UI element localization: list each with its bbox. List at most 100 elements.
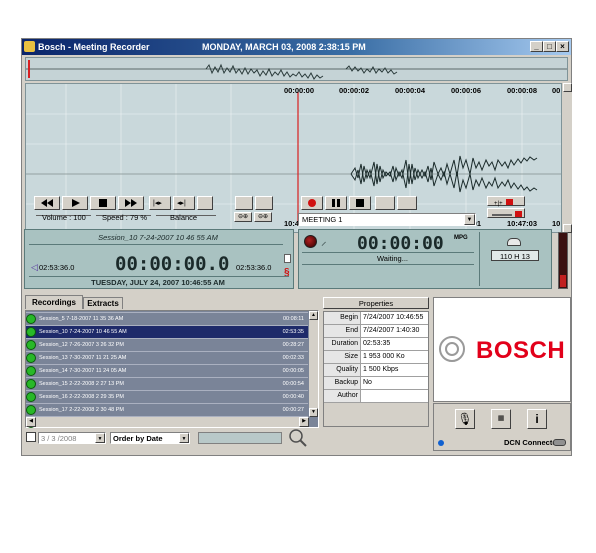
property-value: 1 500 Kbps	[360, 364, 428, 376]
date-picker[interactable]: 3 / 3 /2008 ▼	[38, 432, 106, 444]
record-extract-button[interactable]	[375, 196, 395, 210]
property-row: Size 1 953 000 Ko	[324, 351, 428, 364]
fast-forward-button[interactable]	[118, 196, 144, 210]
mark-out-button[interactable]: ◂▸|	[173, 196, 195, 210]
time-label: 00	[552, 86, 561, 95]
recording-name: Session_14 7-30-2007 11 24 05 AM	[39, 368, 127, 374]
play-button[interactable]	[62, 196, 88, 210]
recording-row[interactable]: Session_10 7-24-2007 10 46 55 AM 02:53:35	[26, 325, 308, 338]
recordings-list[interactable]: Session_5 7-18-2007 11 35 36 AM 00:08:11 S…	[25, 310, 319, 428]
recording-row[interactable]: Session_16 2-22-2008 2 29 35 PM 00:00:40	[26, 390, 308, 403]
property-label: Quality	[324, 364, 360, 376]
order-value: Order by Date	[113, 434, 163, 443]
recording-row[interactable]: Session_5 7-18-2007 11 35 36 AM 00:08:11	[26, 312, 308, 325]
speaker-icon[interactable]: ◁	[31, 262, 38, 273]
close-icon[interactable]: ×	[556, 41, 569, 52]
scroll-right-icon[interactable]: ▶	[299, 417, 309, 427]
device-icon	[507, 238, 521, 246]
microphone-button[interactable]: 🎙	[455, 409, 475, 429]
recording-name: Session_10 7-24-2007 10 46 55 AM	[39, 329, 127, 335]
recording-name: Session_12 7-26-2007 3 26 32 PM	[39, 342, 125, 348]
tab-recordings[interactable]: Recordings	[25, 295, 83, 309]
recording-name: Session_5 7-18-2007 11 35 36 AM	[39, 316, 124, 322]
record-headset-button[interactable]	[397, 196, 417, 210]
recording-row[interactable]: Session_14 7-30-2007 11 24 05 AM 00:00:05	[26, 364, 308, 377]
tab-extracts[interactable]: Extracts	[83, 297, 123, 309]
status-dot-icon	[26, 391, 36, 402]
scroll-up-icon[interactable]	[563, 83, 572, 92]
waveform-scrollbar[interactable]	[563, 83, 572, 233]
chevron-down-icon[interactable]: ▼	[464, 214, 475, 225]
meter-button[interactable]: ▦	[491, 409, 511, 429]
clip-button[interactable]	[197, 196, 213, 210]
headset-button[interactable]	[255, 196, 273, 210]
bosch-logo-icon	[439, 336, 465, 362]
recording-row[interactable]: Session_13 7-30-2007 11 21 25 AM 00:02:33	[26, 351, 308, 364]
recording-row[interactable]: Session_17 2-22-2008 2 30 48 PM 00:00:27	[26, 403, 308, 416]
scroll-left-icon[interactable]: ◀	[26, 417, 36, 427]
status-dot-icon	[26, 352, 36, 363]
property-label: Backup	[324, 377, 360, 389]
recording-row[interactable]: Session_12 7-26-2007 3 26 32 PM 00:28:27	[26, 338, 308, 351]
mark-in-button[interactable]: |◂▸	[149, 196, 171, 210]
search-field[interactable]	[198, 432, 282, 444]
microphone-icon: 🎙	[457, 412, 473, 426]
volume-slider[interactable]: Volume : 100	[36, 212, 91, 226]
recording-name: Session_13 7-30-2007 11 21 25 AM	[39, 355, 127, 361]
scroll-up-icon[interactable]: ▲	[309, 311, 318, 320]
pause-button[interactable]	[325, 196, 347, 210]
property-value: 1 953 000 Ko	[360, 351, 428, 363]
property-label: Size	[324, 351, 360, 363]
rewind-button[interactable]	[34, 196, 60, 210]
microphone-icon: ⸝	[321, 236, 327, 248]
info-button[interactable]: i	[527, 409, 547, 429]
search-icon	[289, 429, 307, 447]
recording-duration: 00:28:27	[282, 342, 304, 348]
document-icon[interactable]	[284, 254, 291, 263]
recording-duration: 00:00:54	[282, 381, 304, 387]
balance-slider[interactable]: Balance	[156, 212, 216, 226]
app-icon	[24, 41, 35, 52]
playback-display: Session_10 7-24-2007 10 46 55 AM ◁ 02:53…	[24, 229, 294, 289]
window-title: Bosch - Meeting Recorder	[38, 42, 150, 52]
property-value: No	[360, 377, 428, 389]
brand-name: BOSCH	[476, 337, 566, 364]
time-label: 10:47:03	[507, 219, 538, 228]
order-select[interactable]: Order by Date ▼	[110, 432, 190, 444]
status-dot-icon	[26, 404, 36, 415]
merge-button[interactable]	[487, 208, 525, 218]
list-hscrollbar[interactable]: ◀ ▶	[26, 417, 309, 427]
status-dot-icon	[26, 339, 36, 350]
step-forward-button[interactable]: ⊖⊕	[254, 212, 272, 222]
maximize-icon[interactable]: □	[543, 41, 556, 52]
minimize-icon[interactable]: _	[530, 41, 543, 52]
record-stop-button[interactable]	[349, 196, 371, 210]
recording-name: Session_15 2-22-2008 2 27 13 PM	[39, 381, 125, 387]
search-button[interactable]	[288, 428, 308, 448]
speed-slider[interactable]: Speed : 79 %	[96, 212, 151, 226]
chevron-down-icon[interactable]: ▼	[95, 433, 105, 443]
brand-panel: BOSCH	[433, 297, 571, 402]
recorder-counter: 00:00:00	[357, 233, 444, 254]
step-back-button[interactable]: ⊖⊕	[234, 212, 252, 222]
record-button[interactable]	[301, 196, 323, 210]
recording-row[interactable]: Session_15 2-22-2008 2 27 13 PM 00:00:54	[26, 377, 308, 390]
list-scrollbar[interactable]: ▲ ▼	[309, 311, 318, 417]
device-label: 110 H 13	[491, 250, 539, 261]
meeting-select[interactable]: MEETING 1 ▼	[298, 213, 476, 226]
meter-icon: ▦	[497, 415, 505, 422]
stop-button[interactable]	[90, 196, 116, 210]
property-value: 7/24/2007 10:46:55	[360, 312, 428, 324]
chevron-down-icon[interactable]: ▼	[179, 433, 189, 443]
status-dot-icon	[26, 326, 36, 337]
scroll-down-icon[interactable]: ▼	[309, 408, 318, 417]
balance-label: Balance	[170, 213, 198, 222]
overview-waveform[interactable]	[25, 57, 568, 81]
split-button[interactable]: +|+	[487, 196, 525, 207]
extract-button[interactable]	[235, 196, 253, 210]
properties-header[interactable]: Properties	[323, 297, 429, 309]
time-label: 00:00:04	[395, 86, 426, 95]
speed-label: Speed : 79 %	[102, 213, 148, 222]
recorder-status: Waiting...	[377, 254, 408, 263]
date-filter-checkbox[interactable]	[26, 432, 36, 442]
